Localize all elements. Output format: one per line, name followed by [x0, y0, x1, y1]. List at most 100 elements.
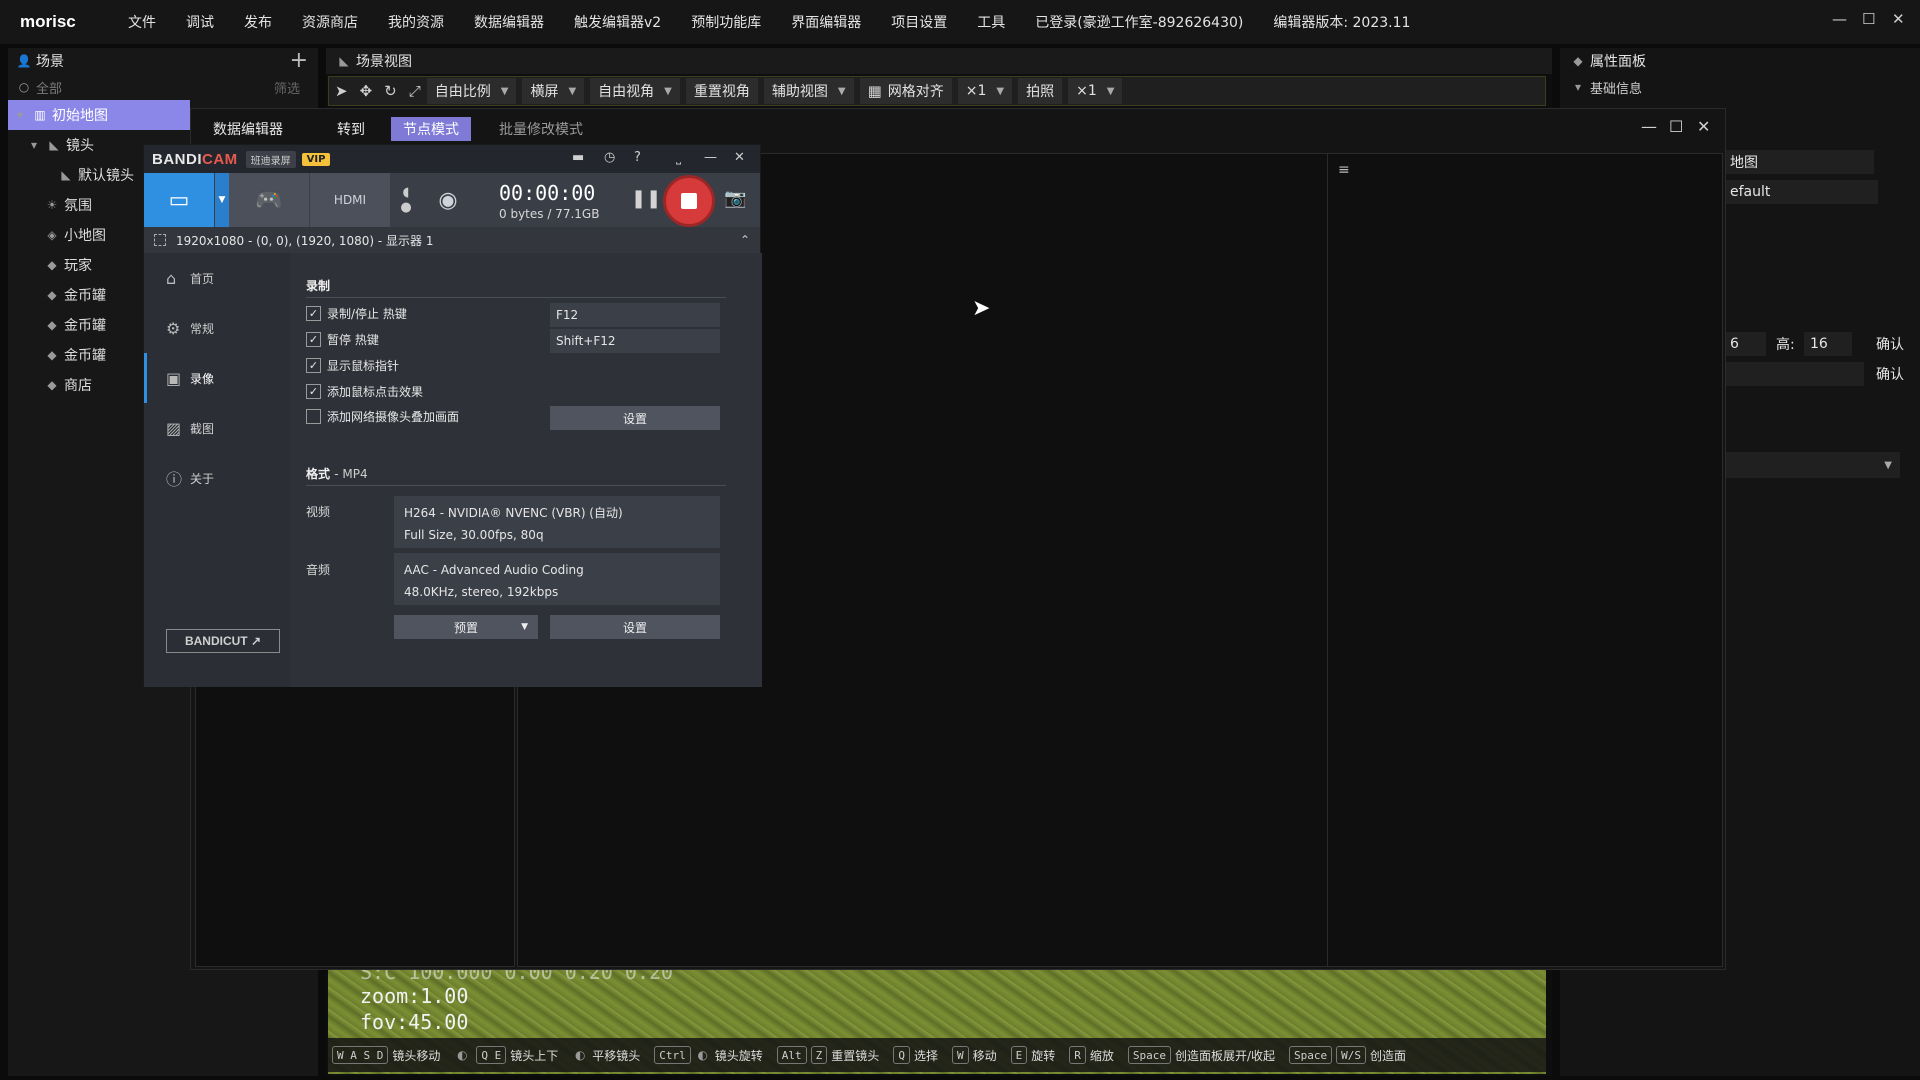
option-pause-hotkey[interactable]: ✓ 暂停 热键	[306, 331, 379, 348]
checkbox-checked[interactable]: ✓	[306, 384, 321, 399]
view-dropdown[interactable]: 自由视角 ▼	[590, 78, 680, 104]
scale-tool-icon[interactable]: ⤢	[409, 82, 421, 100]
ratio-dropdown[interactable]: 自由比例 ▼	[426, 78, 517, 104]
nav-home[interactable]: ⌂ 首页	[144, 253, 290, 303]
minimize-icon[interactable]: —	[1832, 10, 1847, 28]
checkbox-checked[interactable]: ✓	[306, 306, 321, 321]
minimize-icon[interactable]: —	[1641, 117, 1657, 136]
audio-toggle[interactable]: ◖ ●	[391, 173, 421, 227]
menu-tools[interactable]: 工具	[977, 12, 1005, 32]
preset-dropdown[interactable]: 预置 ▼	[394, 615, 538, 639]
cube-icon: ◆	[47, 348, 57, 362]
collapse-icon[interactable]: ˽	[676, 150, 681, 166]
minimize-icon[interactable]: —	[704, 150, 717, 165]
add-icon[interactable]: +	[290, 48, 308, 74]
move-tool-icon[interactable]: ✥	[360, 82, 373, 100]
expand-icon[interactable]: ▾	[26, 138, 42, 152]
menu-my-assets[interactable]: 我的资源	[388, 12, 444, 32]
maximize-icon[interactable]: ☐	[1669, 117, 1683, 136]
webcam-button[interactable]: ◉	[421, 173, 475, 227]
hdmi-mode-button[interactable]: HDMI	[310, 173, 390, 227]
expand-icon[interactable]: ▾	[12, 108, 28, 122]
option-click-effect[interactable]: ✓ 添加鼠标点击效果	[306, 383, 423, 400]
default-field[interactable]: efault	[1724, 180, 1878, 204]
bandicam-sidebar: ⌂ 首页 ⚙ 常规 ▣ 录像 ▨ 截图 ⓘ 关于 BANDICUT ↗	[144, 253, 290, 687]
screen-mode-button[interactable]: ▭	[144, 173, 214, 227]
pause-hotkey-field[interactable]: Shift+F12	[550, 329, 720, 353]
aux-view-dropdown[interactable]: 辅助视图 ▼	[763, 78, 854, 104]
filter-button[interactable]: 筛选	[274, 78, 300, 97]
select-tool-icon[interactable]: ➤	[335, 82, 348, 100]
node-detail-pane[interactable]: ≡	[1327, 153, 1723, 967]
area-select-icon	[154, 234, 166, 246]
menu-project-settings[interactable]: 项目设置	[891, 12, 947, 32]
menu-ui-editor[interactable]: 界面编辑器	[791, 12, 861, 32]
list-icon[interactable]: ≡	[1338, 162, 1350, 178]
record-hotkey-field[interactable]: F12	[550, 303, 720, 327]
height-field[interactable]: 16	[1804, 332, 1852, 356]
nav-video[interactable]: ▣ 录像	[144, 353, 290, 403]
screen-mode-dropdown[interactable]: ▼	[215, 173, 229, 227]
shortcut-key: W A S D	[332, 1046, 389, 1064]
option-webcam-overlay[interactable]: 添加网络摄像头叠加画面	[306, 408, 459, 425]
nav-about[interactable]: ⓘ 关于	[144, 453, 290, 503]
option-record-hotkey[interactable]: ✓ 录制/停止 热键	[306, 305, 407, 322]
nav-general[interactable]: ⚙ 常规	[144, 303, 290, 353]
orientation-dropdown[interactable]: 横屏 ▼	[522, 78, 585, 104]
grid-snap-label: 网格对齐	[887, 84, 944, 100]
reset-view-button[interactable]: 重置视角	[685, 78, 758, 104]
menu-prefab-library[interactable]: 预制功能库	[691, 12, 761, 32]
grid-multiplier-dropdown[interactable]: ×1 ▼	[957, 78, 1013, 104]
tab-batch-edit-mode[interactable]: 批量修改模式	[487, 117, 595, 141]
grid-snap-button[interactable]: ▦ 网格对齐	[859, 78, 952, 104]
video-codec-box[interactable]: H264 - NVIDIA® NVENC (VBR) (自动) Full Siz…	[394, 496, 720, 548]
webcam-settings-button[interactable]: 设置	[550, 406, 720, 430]
menu-publish[interactable]: 发布	[244, 12, 272, 32]
menu-asset-store[interactable]: 资源商店	[302, 12, 358, 32]
confirm-button-1[interactable]: 确认	[1876, 334, 1904, 354]
tree-item-initial-map[interactable]: ▾ ▥ 初始地图	[8, 100, 190, 130]
snapshot-button[interactable]: 拍照	[1018, 78, 1063, 104]
pause-icon[interactable]: ❚❚	[631, 188, 661, 209]
basic-info-section[interactable]: ▾ 基础信息	[1560, 74, 1920, 100]
name-field[interactable]: 地图	[1724, 150, 1874, 174]
format-settings-button[interactable]: 设置	[550, 615, 720, 639]
snapshot-multiplier-dropdown[interactable]: ×1 ▼	[1068, 78, 1123, 104]
help-icon[interactable]: ?	[634, 150, 641, 165]
cube-icon: ◆	[1573, 54, 1583, 68]
menu-file[interactable]: 文件	[128, 12, 156, 32]
checkbox-checked[interactable]: ✓	[306, 332, 321, 347]
close-icon[interactable]: ✕	[1892, 10, 1905, 28]
maximize-icon[interactable]: ☐	[1862, 10, 1875, 28]
capture-area-bar[interactable]: 1920x1080 - (0, 0), (1920, 1080) - 显示器 1…	[144, 227, 760, 253]
property-dropdown[interactable]: ▼	[1724, 452, 1900, 478]
tab-node-mode[interactable]: 节点模式	[391, 117, 471, 141]
game-mode-button[interactable]: 🎮	[229, 173, 309, 227]
rotate-tool-icon[interactable]: ↻	[384, 82, 397, 100]
grid-icon: ▦	[867, 82, 882, 100]
scene-search[interactable]: ○ 全部 筛选	[8, 74, 318, 100]
width-field[interactable]: 6	[1724, 332, 1766, 356]
clock-icon[interactable]: ◷	[604, 150, 615, 165]
folder-icon[interactable]: ▬	[572, 150, 584, 165]
record-stop-button[interactable]	[663, 175, 715, 227]
menu-data-editor[interactable]: 数据编辑器	[474, 12, 544, 32]
checkbox-unchecked[interactable]	[306, 409, 321, 424]
nav-screenshot[interactable]: ▨ 截图	[144, 403, 290, 453]
search-placeholder[interactable]: 全部	[36, 78, 62, 97]
screenshot-icon[interactable]: 📷	[724, 188, 746, 209]
chevron-up-icon[interactable]: ⌃	[740, 233, 750, 247]
option-show-cursor[interactable]: ✓ 显示鼠标指针	[306, 357, 399, 374]
property-field[interactable]	[1724, 362, 1864, 386]
audio-codec-box[interactable]: AAC - Advanced Audio Coding 48.0KHz, ste…	[394, 553, 720, 605]
bandicut-button[interactable]: BANDICUT ↗	[166, 629, 280, 653]
menu-trigger-editor[interactable]: 触发编辑器v2	[574, 12, 661, 32]
close-icon[interactable]: ✕	[734, 150, 745, 165]
confirm-button-2[interactable]: 确认	[1876, 364, 1904, 384]
close-icon[interactable]: ✕	[1697, 117, 1710, 136]
checkbox-checked[interactable]: ✓	[306, 358, 321, 373]
tab-data-editor[interactable]: 数据编辑器	[201, 117, 295, 141]
tab-goto[interactable]: 转到	[325, 117, 377, 141]
login-status[interactable]: 已登录(豪逊工作室-892626430)	[1035, 12, 1243, 32]
menu-debug[interactable]: 调试	[186, 12, 214, 32]
